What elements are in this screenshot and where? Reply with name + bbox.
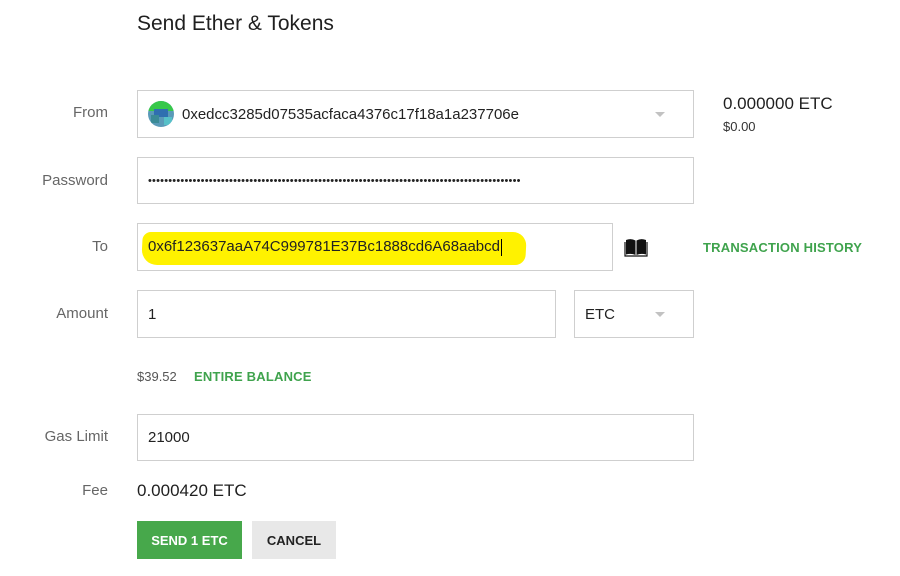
password-value: ••••••••••••••••••••••••••••••••••••••••… [148, 174, 521, 187]
cancel-button[interactable]: CANCEL [252, 521, 336, 559]
currency-value: ETC [585, 305, 615, 323]
gas-limit-label: Gas Limit [44, 428, 108, 445]
to-address-field[interactable]: 0x6f123637aaA74C999781E37Bc1888cd6A68aab… [137, 223, 613, 271]
chevron-down-icon [655, 112, 665, 117]
page-title: Send Ether & Tokens [137, 12, 334, 35]
to-address-value: 0x6f123637aaA74C999781E37Bc1888cd6A68aab… [148, 238, 500, 256]
account-avatar-icon [148, 101, 174, 127]
amount-usd: $39.52 [137, 369, 177, 384]
currency-select[interactable]: ETC [574, 290, 694, 338]
password-field[interactable]: ••••••••••••••••••••••••••••••••••••••••… [137, 157, 694, 204]
book-icon[interactable] [624, 237, 648, 257]
text-caret [500, 238, 502, 256]
chevron-down-icon [655, 312, 665, 317]
send-button[interactable]: SEND 1 ETC [137, 521, 242, 559]
balance-usd: $0.00 [723, 119, 756, 134]
from-address: 0xedcc3285d07535acfaca4376c17f18a1a23770… [182, 105, 519, 123]
to-label: To [92, 238, 108, 255]
entire-balance-link[interactable]: ENTIRE BALANCE [194, 369, 312, 384]
fee-value: 0.000420 ETC [137, 481, 247, 500]
transaction-history-link[interactable]: TRANSACTION HISTORY [703, 240, 862, 255]
amount-value: 1 [148, 305, 157, 323]
gas-limit-input[interactable]: 21000 [137, 414, 694, 461]
balance-amount: 0.000000 ETC [723, 94, 833, 113]
fee-label: Fee [82, 482, 108, 499]
amount-label: Amount [56, 305, 108, 322]
from-label: From [73, 104, 108, 121]
password-label: Password [42, 172, 108, 189]
from-account-select[interactable]: 0xedcc3285d07535acfaca4376c17f18a1a23770… [137, 90, 694, 138]
amount-input[interactable]: 1 [137, 290, 556, 338]
gas-limit-value: 21000 [148, 429, 190, 446]
